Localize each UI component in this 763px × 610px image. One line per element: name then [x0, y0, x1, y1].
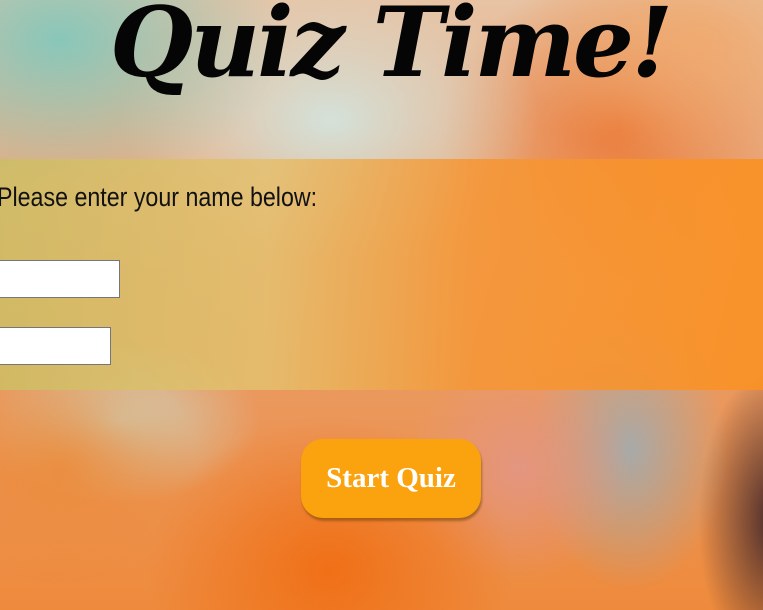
name-form-panel: Please enter your name below:	[0, 159, 763, 390]
start-quiz-button[interactable]: Start Quiz	[301, 439, 481, 518]
second-name-input[interactable]	[0, 327, 111, 365]
page-title: Quiz Time!	[109, 0, 674, 99]
name-prompt: Please enter your name below:	[0, 182, 318, 212]
first-name-input[interactable]	[0, 260, 120, 298]
